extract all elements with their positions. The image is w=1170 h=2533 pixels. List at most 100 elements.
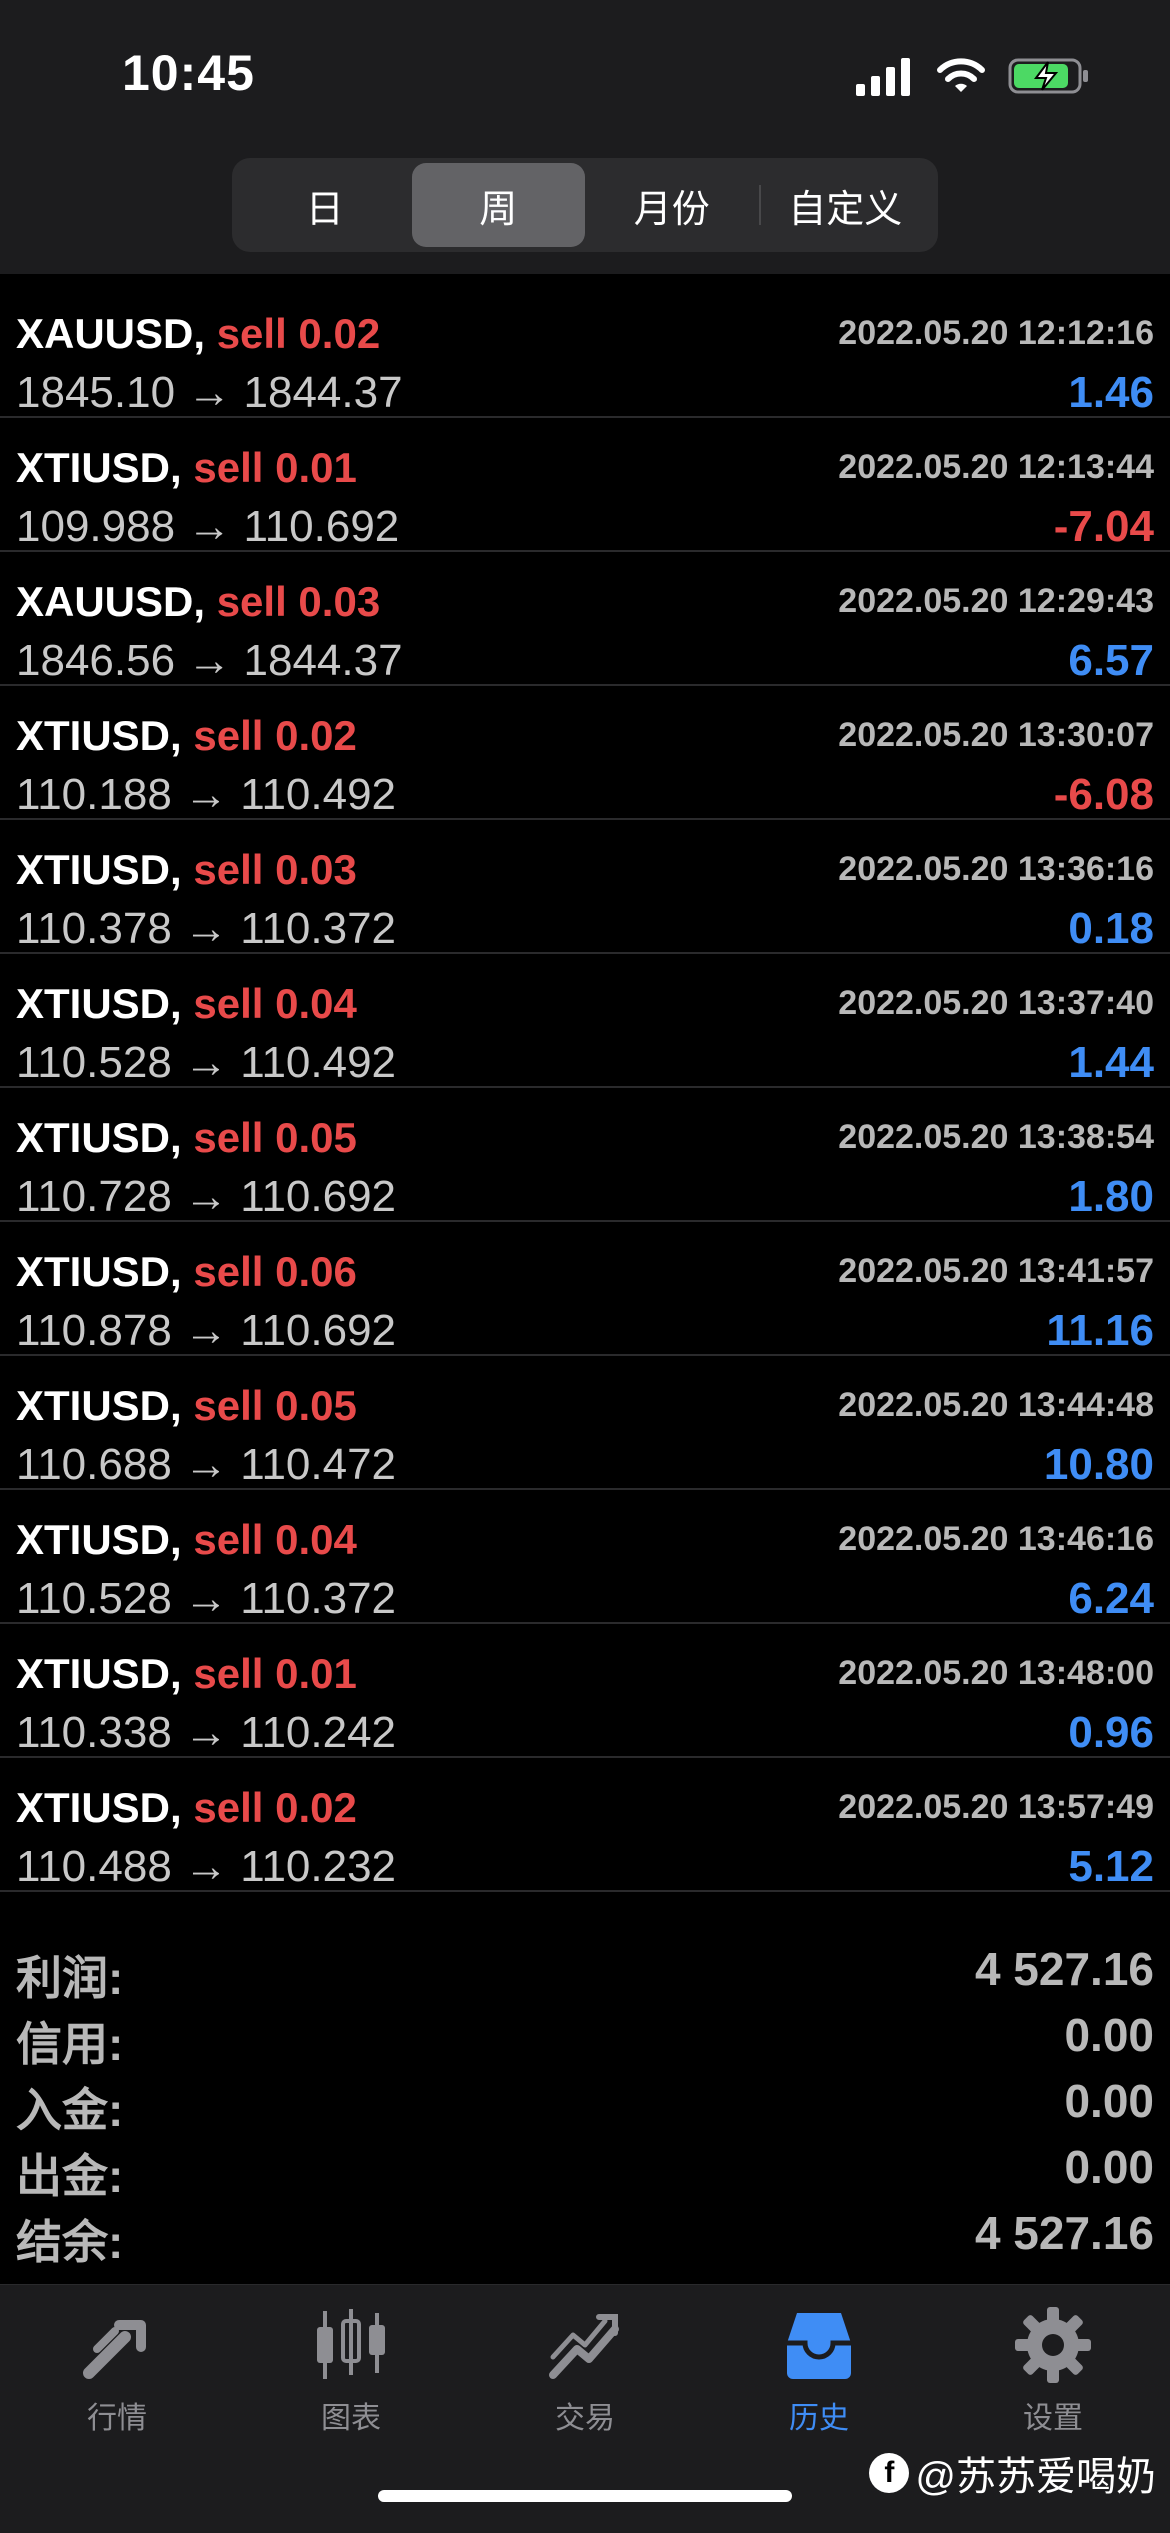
segment-day[interactable]: 日 <box>238 163 412 247</box>
symbol-name: XAUUSD, <box>16 578 206 625</box>
deal-price: 110.878 → 110.692 <box>16 1306 397 1355</box>
quotes-icon <box>83 2320 146 2379</box>
summary-label: 结余: <box>16 2216 124 2268</box>
deal-direction: sell 0.03 <box>216 578 381 625</box>
deal-profit: 11.16 <box>1046 1306 1154 1355</box>
deal-price: 110.688 → 110.472 <box>16 1440 397 1489</box>
deal-profit: 0.96 <box>1068 1708 1154 1757</box>
tab-chart[interactable]: 图表 <box>234 2303 468 2453</box>
history-icon <box>787 2313 851 2379</box>
tab-trade[interactable]: 交易 <box>468 2303 702 2453</box>
tab-quotes[interactable]: 行情 <box>0 2303 234 2453</box>
home-indicator[interactable] <box>378 2490 792 2502</box>
deal-symbol: XTIUSD, sell 0.02 <box>16 1784 357 1832</box>
deal-time: 2022.05.20 13:36:16 <box>838 850 1154 888</box>
watermark-text: @苏苏爱喝奶 <box>915 2455 1156 2499</box>
tab-label: 行情 <box>87 2402 147 2435</box>
deal-direction: sell 0.03 <box>193 846 357 893</box>
deal-row[interactable]: XTIUSD, sell 0.04 2022.05.20 13:37:40 110.… <box>0 954 1170 1088</box>
deal-row[interactable]: XTIUSD, sell 0.06 2022.05.20 13:41:57 110.… <box>0 1222 1170 1356</box>
deal-direction: sell 0.01 <box>193 444 357 491</box>
summary-value: 4 527.16 <box>974 2207 1154 2259</box>
chart-icon <box>317 2309 385 2379</box>
deal-profit: 10.80 <box>1043 1440 1154 1489</box>
segment-custom[interactable]: 自定义 <box>758 163 933 247</box>
deal-symbol: XAUUSD, sell 0.02 <box>16 310 380 358</box>
deal-profit: 0.18 <box>1068 904 1154 953</box>
symbol-name: XTIUSD, <box>16 1650 182 1697</box>
deal-price: 109.988 → 110.692 <box>16 502 400 551</box>
deal-time: 2022.05.20 13:57:49 <box>838 1788 1154 1826</box>
deal-time: 2022.05.20 13:37:40 <box>838 984 1154 1022</box>
summary-label: 利润: <box>16 1952 124 2004</box>
deal-direction: sell 0.01 <box>193 1650 357 1697</box>
deal-symbol: XTIUSD, sell 0.03 <box>16 846 357 894</box>
segment-month[interactable]: 月份 <box>585 163 759 247</box>
deal-row[interactable]: XTIUSD, sell 0.03 2022.05.20 13:36:16 110.… <box>0 820 1170 954</box>
deal-row[interactable]: XTIUSD, sell 0.04 2022.05.20 13:46:16 110.… <box>0 1490 1170 1624</box>
deal-row[interactable]: XTIUSD, sell 0.01 2022.05.20 13:48:00 110.… <box>0 1624 1170 1758</box>
deal-symbol: XTIUSD, sell 0.04 <box>16 1516 357 1564</box>
status-icons <box>854 56 1090 96</box>
tab-settings[interactable]: 设置 <box>936 2303 1170 2453</box>
deal-direction: sell 0.02 <box>216 310 381 357</box>
summary-label: 信用: <box>16 2018 124 2070</box>
symbol-name: XAUUSD, <box>16 310 206 357</box>
symbol-name: XTIUSD, <box>16 846 182 893</box>
tab-label: 图表 <box>321 2402 381 2435</box>
header: 10:45 日 周 月份 自定义 <box>0 0 1170 274</box>
segment-week[interactable]: 周 <box>411 163 585 247</box>
deal-row[interactable]: XTIUSD, sell 0.05 2022.05.20 13:44:48 110.… <box>0 1356 1170 1490</box>
deal-time: 2022.05.20 13:30:07 <box>838 716 1154 754</box>
summary-row: 出金: 0.00 <box>0 2134 1170 2202</box>
symbol-name: XTIUSD, <box>16 1382 182 1429</box>
deal-time: 2022.05.20 12:13:44 <box>838 448 1154 486</box>
summary-label: 出金: <box>16 2150 124 2202</box>
deal-time: 2022.05.20 13:48:00 <box>838 1654 1154 1692</box>
deal-symbol: XTIUSD, sell 0.05 <box>16 1382 357 1430</box>
wifi-icon <box>937 58 985 92</box>
deal-price: 110.528 → 110.372 <box>16 1574 397 1623</box>
symbol-name: XTIUSD, <box>16 980 182 1027</box>
deal-price: 110.188 → 110.492 <box>16 770 397 819</box>
deal-direction: sell 0.04 <box>193 980 357 1027</box>
symbol-name: XTIUSD, <box>16 1248 182 1295</box>
period-segmented-control: 日 周 月份 自定义 <box>232 158 938 252</box>
symbol-name: XTIUSD, <box>16 1784 182 1831</box>
battery-charging-icon <box>1008 58 1088 94</box>
deal-direction: sell 0.04 <box>193 1516 357 1563</box>
deal-direction: sell 0.05 <box>193 1382 357 1429</box>
tab-history[interactable]: 历史 <box>702 2303 936 2453</box>
symbol-name: XTIUSD, <box>16 1516 182 1563</box>
summary-row: 入金: 0.00 <box>0 2068 1170 2136</box>
tab-label: 交易 <box>555 2402 615 2435</box>
summary-row: 信用: 0.00 <box>0 2002 1170 2070</box>
settings-icon <box>1015 2307 1091 2383</box>
deal-price: 1846.56 → 1844.37 <box>16 636 403 685</box>
deal-row[interactable]: XAUUSD, sell 0.03 2022.05.20 12:29:43 1846… <box>0 552 1170 686</box>
status-time: 10:45 <box>122 45 255 101</box>
cellular-signal-icon <box>856 58 910 96</box>
deal-row[interactable]: XTIUSD, sell 0.01 2022.05.20 12:13:44 109.… <box>0 418 1170 552</box>
deal-time: 2022.05.20 12:29:43 <box>838 582 1154 620</box>
deal-time: 2022.05.20 13:41:57 <box>838 1252 1154 1290</box>
deal-row[interactable]: XTIUSD, sell 0.02 2022.05.20 13:30:07 110.… <box>0 686 1170 820</box>
deal-symbol: XTIUSD, sell 0.02 <box>16 712 357 760</box>
deal-price: 110.378 → 110.372 <box>16 904 397 953</box>
deal-profit: 1.44 <box>1068 1038 1154 1087</box>
deal-symbol: XTIUSD, sell 0.06 <box>16 1248 357 1296</box>
deal-row[interactable]: XTIUSD, sell 0.02 2022.05.20 13:57:49 110.… <box>0 1758 1170 1892</box>
summary-value: 0.00 <box>1064 2075 1154 2127</box>
deal-row[interactable]: XAUUSD, sell 0.02 2022.05.20 12:12:16 1845… <box>0 284 1170 418</box>
deal-price: 110.338 → 110.242 <box>16 1708 397 1757</box>
deal-price: 110.728 → 110.692 <box>16 1172 397 1221</box>
deal-price: 1845.10 → 1844.37 <box>16 368 403 417</box>
account-summary: 利润: 4 527.16 信用: 0.00 入金: 0.00 出金: 0.00 结余: 4 527… <box>0 1936 1170 2268</box>
symbol-name: XTIUSD, <box>16 1114 182 1161</box>
deal-symbol: XTIUSD, sell 0.04 <box>16 980 357 1028</box>
deal-profit: -6.08 <box>1053 770 1154 819</box>
summary-value: 0.00 <box>1064 2009 1154 2061</box>
summary-value: 4 527.16 <box>974 1943 1154 1995</box>
deal-row[interactable]: XTIUSD, sell 0.05 2022.05.20 13:38:54 110.… <box>0 1088 1170 1222</box>
deal-profit: 5.12 <box>1068 1842 1154 1891</box>
